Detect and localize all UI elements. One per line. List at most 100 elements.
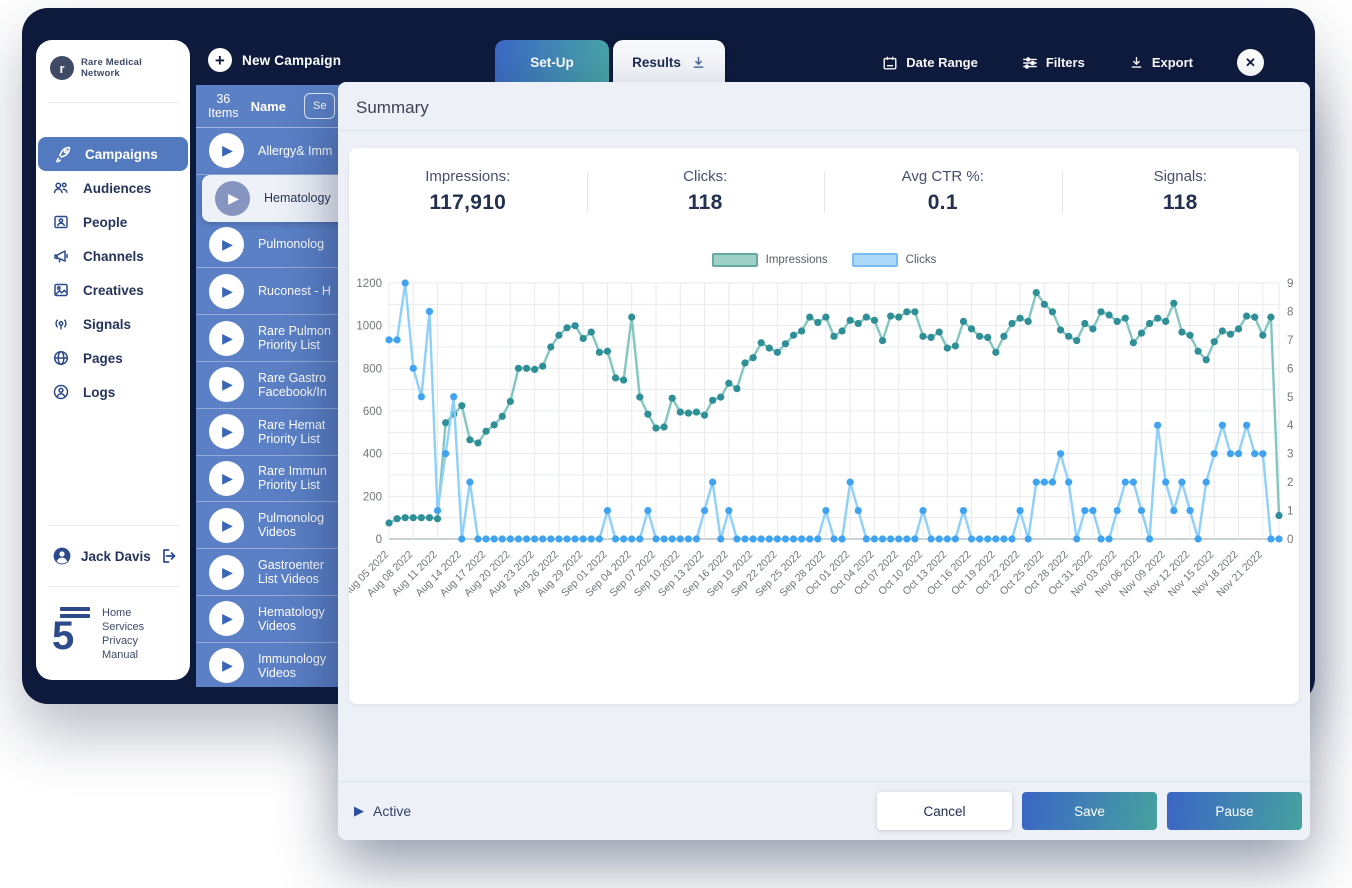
campaign-row[interactable]: ▶ Rare PulmonPriority List [196, 315, 345, 362]
legend-item-impressions: Impressions [712, 253, 828, 267]
footer-links: HomeServicesPrivacyManual [102, 607, 144, 662]
campaign-row[interactable]: ▶ PulmonologVideos [196, 502, 345, 549]
stat-value: 117,910 [349, 191, 587, 215]
save-button[interactable]: Save [1022, 792, 1157, 830]
status-label: Active [373, 803, 411, 819]
stat-signals: Signals: 118 [1062, 168, 1300, 215]
campaign-row[interactable]: ▶ Pulmonolog [196, 222, 345, 269]
brand-logo-icon: r [50, 56, 74, 80]
campaign-name: Ruconest - H [258, 284, 331, 298]
sidebar-item-audiences[interactable]: Audiences [36, 171, 190, 205]
tab-setup[interactable]: Set-Up [495, 40, 609, 85]
sidebar-item-creatives[interactable]: Creatives [36, 273, 190, 307]
rocket-icon [54, 145, 72, 163]
footer-link-manual[interactable]: Manual [102, 649, 144, 662]
status-play-icon: ▶ [354, 803, 364, 819]
pause-button[interactable]: Pause [1167, 792, 1302, 830]
campaign-row[interactable]: ▶ Rare ImmunPriority List [196, 456, 345, 503]
campaign-row[interactable]: ▶Hematology [202, 175, 345, 222]
sidebar-item-channels[interactable]: Channels [36, 239, 190, 273]
sidebar-item-campaigns[interactable]: Campaigns [38, 137, 188, 171]
play-icon[interactable]: ▶ [209, 508, 244, 543]
campaign-row[interactable]: ▶ Ruconest - H [196, 268, 345, 315]
campaign-name: Rare GastroFacebook/In [258, 371, 327, 399]
sidebar-item-label: Channels [83, 249, 144, 264]
legend-item-clicks: Clicks [852, 253, 937, 267]
globe-icon [52, 349, 70, 367]
date-range-button[interactable]: Date Range [882, 55, 978, 71]
legend-swatch-impressions [712, 253, 758, 267]
legend-swatch-clicks [852, 253, 898, 267]
play-icon[interactable]: ▶ [209, 321, 244, 356]
sidebar-item-label: Pages [83, 351, 123, 366]
play-icon[interactable]: ▶ [209, 414, 244, 449]
logout-icon[interactable] [160, 547, 178, 565]
campaign-row[interactable]: ▶ Rare GastroFacebook/In [196, 362, 345, 409]
footer-link-home[interactable]: Home [102, 607, 144, 620]
new-campaign-button[interactable]: + New Campaign [208, 48, 341, 72]
sidebar-item-label: Audiences [83, 181, 151, 196]
svg-text:0: 0 [376, 534, 382, 546]
legend-label: Clicks [906, 254, 937, 266]
sidebar-divider [48, 586, 178, 587]
play-icon[interactable]: ▶ [215, 181, 250, 216]
new-campaign-label: New Campaign [242, 53, 341, 68]
svg-text:2: 2 [1287, 477, 1293, 489]
plus-icon: + [208, 48, 232, 72]
stat-value: 118 [1062, 191, 1300, 215]
sidebar-item-label: Campaigns [85, 147, 158, 162]
campaign-name: Rare PulmonPriority List [258, 324, 331, 352]
sidebar-item-label: Signals [83, 317, 131, 332]
footer-link-services[interactable]: Services [102, 621, 144, 634]
svg-text:5: 5 [1287, 392, 1293, 404]
stat-avgctr: Avg CTR %:0.1 [824, 168, 1062, 215]
sidebar-item-label: People [83, 215, 127, 230]
top-bar: + New Campaign Set-Up Results Date Range… [196, 40, 1290, 85]
sidebar-item-pages[interactable]: Pages [36, 341, 190, 375]
filters-button[interactable]: Filters [1022, 55, 1085, 71]
campaign-row[interactable]: ▶GastroenterList Videos [196, 549, 345, 596]
name-column-header: Name [251, 99, 286, 114]
stat-label: Clicks: [587, 168, 825, 185]
sidebar-item-signals[interactable]: Signals [36, 307, 190, 341]
play-icon[interactable]: ▶ [209, 461, 244, 496]
campaign-row[interactable]: ▶ImmunologyVideos [196, 643, 345, 687]
sidebar-item-people[interactable]: People [36, 205, 190, 239]
campaign-row[interactable]: ▶HematologyVideos [196, 596, 345, 643]
play-icon[interactable]: ▶ [209, 133, 244, 168]
export-button[interactable]: Export [1129, 55, 1193, 70]
tab-results[interactable]: Results [613, 40, 725, 85]
svg-text:800: 800 [363, 363, 382, 375]
megaphone-icon [52, 247, 70, 265]
stat-label: Signals: [1062, 168, 1300, 185]
user-row[interactable]: Jack Davis [36, 534, 190, 578]
sidebar-item-logs[interactable]: Logs [36, 375, 190, 409]
svg-text:1000: 1000 [356, 321, 382, 333]
svg-text:600: 600 [363, 406, 382, 418]
svg-text:8: 8 [1287, 306, 1293, 318]
play-icon[interactable]: ▶ [209, 555, 244, 590]
footer-link-privacy[interactable]: Privacy [102, 635, 144, 648]
contact-card-icon [52, 213, 70, 231]
close-button[interactable]: ✕ [1237, 49, 1264, 76]
calendar-icon [882, 55, 898, 71]
campaign-status: ▶ Active [354, 803, 411, 819]
play-icon[interactable]: ▶ [209, 227, 244, 262]
campaign-list-panel: 36 Items Name Se ▶Allergy& Imm▶Hematolog… [196, 85, 345, 687]
campaign-row[interactable]: ▶Rare HematPriority List [196, 409, 345, 456]
tab-setup-label: Set-Up [530, 55, 574, 70]
export-download-icon [1129, 55, 1144, 70]
tab-results-label: Results [632, 55, 681, 70]
play-icon[interactable]: ▶ [209, 274, 244, 309]
campaign-name: Rare ImmunPriority List [258, 464, 327, 492]
play-icon[interactable]: ▶ [209, 367, 244, 402]
campaign-name: PulmonologVideos [258, 511, 324, 539]
play-icon[interactable]: ▶ [209, 648, 244, 683]
search-button[interactable]: Se [304, 93, 335, 119]
play-icon[interactable]: ▶ [209, 601, 244, 636]
cancel-button[interactable]: Cancel [877, 792, 1012, 830]
campaign-list-header: 36 Items Name Se [196, 85, 345, 128]
campaign-row[interactable]: ▶Allergy& Imm [196, 128, 345, 175]
download-icon [691, 55, 706, 70]
campaign-name: Pulmonolog [258, 237, 324, 251]
